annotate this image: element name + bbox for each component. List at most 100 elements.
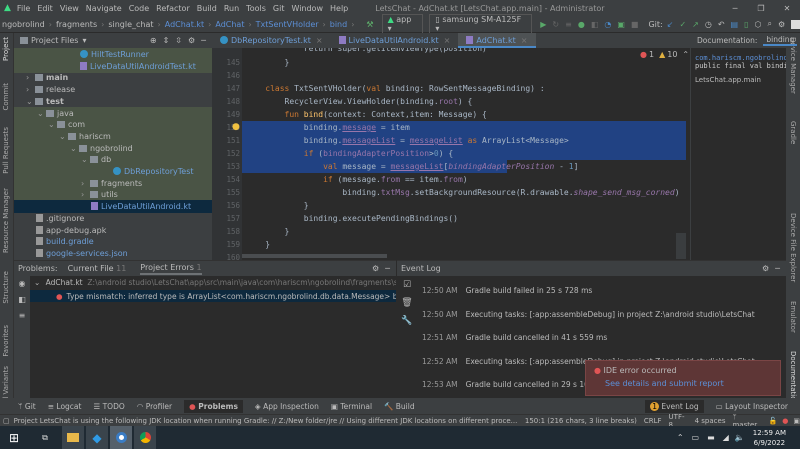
volume-icon[interactable]: 🔈 bbox=[735, 433, 745, 442]
rerun-icon[interactable]: ↻ bbox=[552, 20, 559, 29]
wrench-icon[interactable]: 🔧 bbox=[397, 312, 417, 330]
tab-project-errors[interactable]: Project Errors 1 bbox=[140, 263, 202, 275]
chevron-up-icon[interactable]: ⌃ bbox=[682, 50, 689, 59]
stop-icon[interactable]: ■ bbox=[631, 20, 639, 29]
menu-window[interactable]: Window bbox=[291, 4, 323, 13]
strip-emulator[interactable]: Emulator bbox=[789, 301, 797, 333]
locate-icon[interactable]: ⊕ bbox=[150, 36, 157, 45]
strip-structure[interactable]: Structure bbox=[2, 271, 10, 304]
run-config-select[interactable]: ▲ app ▾ bbox=[381, 14, 424, 34]
strip-favorites[interactable]: Favorites bbox=[2, 325, 10, 357]
tool-window-build[interactable]: 🔨 Build bbox=[384, 402, 415, 411]
code-editor[interactable]: return super.getItemViewType(position) }… bbox=[242, 48, 686, 260]
strip-gradle[interactable]: Gradle bbox=[789, 121, 797, 144]
file-explorer-icon[interactable] bbox=[62, 426, 84, 449]
close-tab-icon[interactable]: × bbox=[521, 36, 528, 45]
documentation-tab[interactable]: binding bbox=[763, 35, 798, 46]
menu-view[interactable]: View bbox=[60, 4, 79, 13]
hide-icon[interactable]: ─ bbox=[775, 264, 780, 273]
error-icon[interactable]: ● bbox=[782, 417, 788, 425]
strip-device-file-explorer[interactable]: Device File Explorer bbox=[789, 213, 797, 282]
battery-icon[interactable]: ▬ bbox=[707, 433, 715, 442]
run-icon[interactable]: ▶ bbox=[540, 20, 546, 29]
menu-edit[interactable]: Edit bbox=[37, 4, 53, 13]
strip-documentation[interactable]: Documentation bbox=[789, 351, 797, 405]
strip-pull-requests[interactable]: Pull Requests bbox=[2, 127, 10, 174]
breadcrumb-item[interactable]: fragments bbox=[56, 20, 97, 29]
debug-icon[interactable]: ● bbox=[578, 20, 585, 29]
tree-item[interactable]: google-services.json bbox=[14, 247, 212, 260]
git-push-icon[interactable]: ↗ bbox=[692, 20, 699, 29]
gear-icon[interactable]: ⚙ bbox=[762, 264, 769, 273]
mark-read-icon[interactable]: ☑ bbox=[397, 276, 417, 294]
hide-icon[interactable]: ─ bbox=[201, 36, 206, 45]
device-manager-icon[interactable]: ▤ bbox=[731, 20, 739, 29]
breadcrumb-item[interactable]: ngobrolind bbox=[2, 20, 45, 29]
hammer-icon[interactable]: ⚒ bbox=[366, 20, 373, 29]
problem-file-row[interactable]: ⌄ AdChat.kt Z:\android studio\LetsChat\a… bbox=[34, 278, 396, 287]
gear-icon[interactable]: ⚙ bbox=[778, 20, 785, 29]
caret-position[interactable]: 150:1 (216 chars, 3 line breaks) bbox=[525, 417, 637, 425]
task-view-icon[interactable]: ⧉ bbox=[30, 426, 60, 449]
network-icon[interactable]: ◢ bbox=[723, 433, 729, 442]
submit-report-link[interactable]: See details and submit report bbox=[605, 379, 772, 388]
lock-icon[interactable]: 🔓 bbox=[769, 417, 778, 425]
tool-window-problems[interactable]: ● Problems bbox=[184, 399, 243, 413]
eye-icon[interactable]: ◉ bbox=[14, 276, 30, 292]
coverage-icon[interactable]: ▣ bbox=[617, 20, 625, 29]
chrome-icon[interactable] bbox=[134, 426, 156, 449]
profile-icon[interactable]: ◔ bbox=[604, 20, 611, 29]
breadcrumb-item[interactable]: TxtSentVHolder bbox=[256, 20, 319, 29]
menu-git[interactable]: Git bbox=[273, 4, 285, 13]
trash-icon[interactable]: 🗑 bbox=[397, 294, 417, 312]
tool-window-terminal[interactable]: ▣ Terminal bbox=[331, 402, 372, 411]
tool-window-app-inspection[interactable]: ◈ App Inspection bbox=[255, 402, 319, 411]
editor-tab[interactable]: DbRepositoryTest.kt × bbox=[212, 33, 331, 48]
line-separator[interactable]: CRLF bbox=[644, 417, 662, 425]
menu-refactor[interactable]: Refactor bbox=[156, 4, 190, 13]
strip-commit[interactable]: Commit bbox=[2, 83, 10, 111]
minimize-button[interactable]: ─ bbox=[722, 4, 748, 13]
editor-scrollbar[interactable] bbox=[676, 233, 686, 259]
menu-run[interactable]: Run bbox=[224, 4, 239, 13]
memory-icon[interactable]: ▣ bbox=[793, 417, 800, 425]
meet-icon[interactable]: ▭ bbox=[692, 433, 700, 442]
lightbulb-icon[interactable]: ● bbox=[232, 122, 240, 132]
project-view-select[interactable]: Project Files bbox=[31, 36, 78, 45]
avatar[interactable] bbox=[791, 19, 800, 29]
tool-window-todo[interactable]: ☰ TODO bbox=[93, 402, 124, 411]
tool-window-logcat[interactable]: ≡ Logcat bbox=[48, 402, 82, 411]
menu-file[interactable]: File bbox=[17, 4, 30, 13]
preview-icon[interactable]: ◧ bbox=[14, 292, 30, 308]
menu-code[interactable]: Code bbox=[129, 4, 149, 13]
editor-tab[interactable]: AdChat.kt × bbox=[458, 33, 536, 48]
search-icon[interactable]: ⌕ bbox=[768, 19, 772, 29]
history-icon[interactable]: ◷ bbox=[705, 20, 712, 29]
status-message[interactable]: Project LetsChat is using the following … bbox=[14, 417, 518, 425]
vscode-icon[interactable]: ◆ bbox=[86, 426, 108, 449]
tab-current-file[interactable]: Current File 11 bbox=[68, 264, 127, 273]
collapse-all-icon[interactable]: ⇳ bbox=[175, 36, 182, 45]
avd-icon[interactable]: ▯ bbox=[744, 20, 748, 29]
apply-changes-icon[interactable]: ≡ bbox=[565, 20, 572, 29]
menu-build[interactable]: Build bbox=[197, 4, 217, 13]
breadcrumb-item[interactable]: single_chat bbox=[108, 20, 153, 29]
indent-setting[interactable]: 4 spaces bbox=[695, 417, 726, 425]
event-log-button[interactable]: 1 Event Log bbox=[645, 399, 704, 413]
expand-all-icon[interactable]: ⇕ bbox=[163, 36, 170, 45]
filter-icon[interactable]: ≡ bbox=[14, 308, 30, 324]
attach-debugger-icon[interactable]: ◧ bbox=[591, 20, 599, 29]
rollback-icon[interactable]: ↶ bbox=[718, 20, 725, 29]
android-studio-icon[interactable] bbox=[110, 426, 132, 449]
tray-chevron-icon[interactable]: ⌃ bbox=[677, 433, 684, 442]
git-update-icon[interactable]: ↙ bbox=[667, 20, 674, 29]
horizontal-scrollbar[interactable] bbox=[242, 254, 387, 258]
sdk-manager-icon[interactable]: ⬡ bbox=[755, 20, 762, 29]
hide-icon[interactable]: ─ bbox=[385, 264, 390, 273]
problem-error-row[interactable]: ● Type mismatch: inferred type is ArrayLi… bbox=[30, 290, 396, 302]
device-select[interactable]: ▯ samsung SM-A125F ▾ bbox=[429, 14, 533, 34]
clock[interactable]: 12:59 AM 6/9/2022 bbox=[753, 428, 786, 448]
gear-icon[interactable]: ⚙ bbox=[188, 36, 195, 45]
menu-help[interactable]: Help bbox=[330, 4, 348, 13]
tool-window-profiler[interactable]: ◠ Profiler bbox=[137, 402, 172, 411]
